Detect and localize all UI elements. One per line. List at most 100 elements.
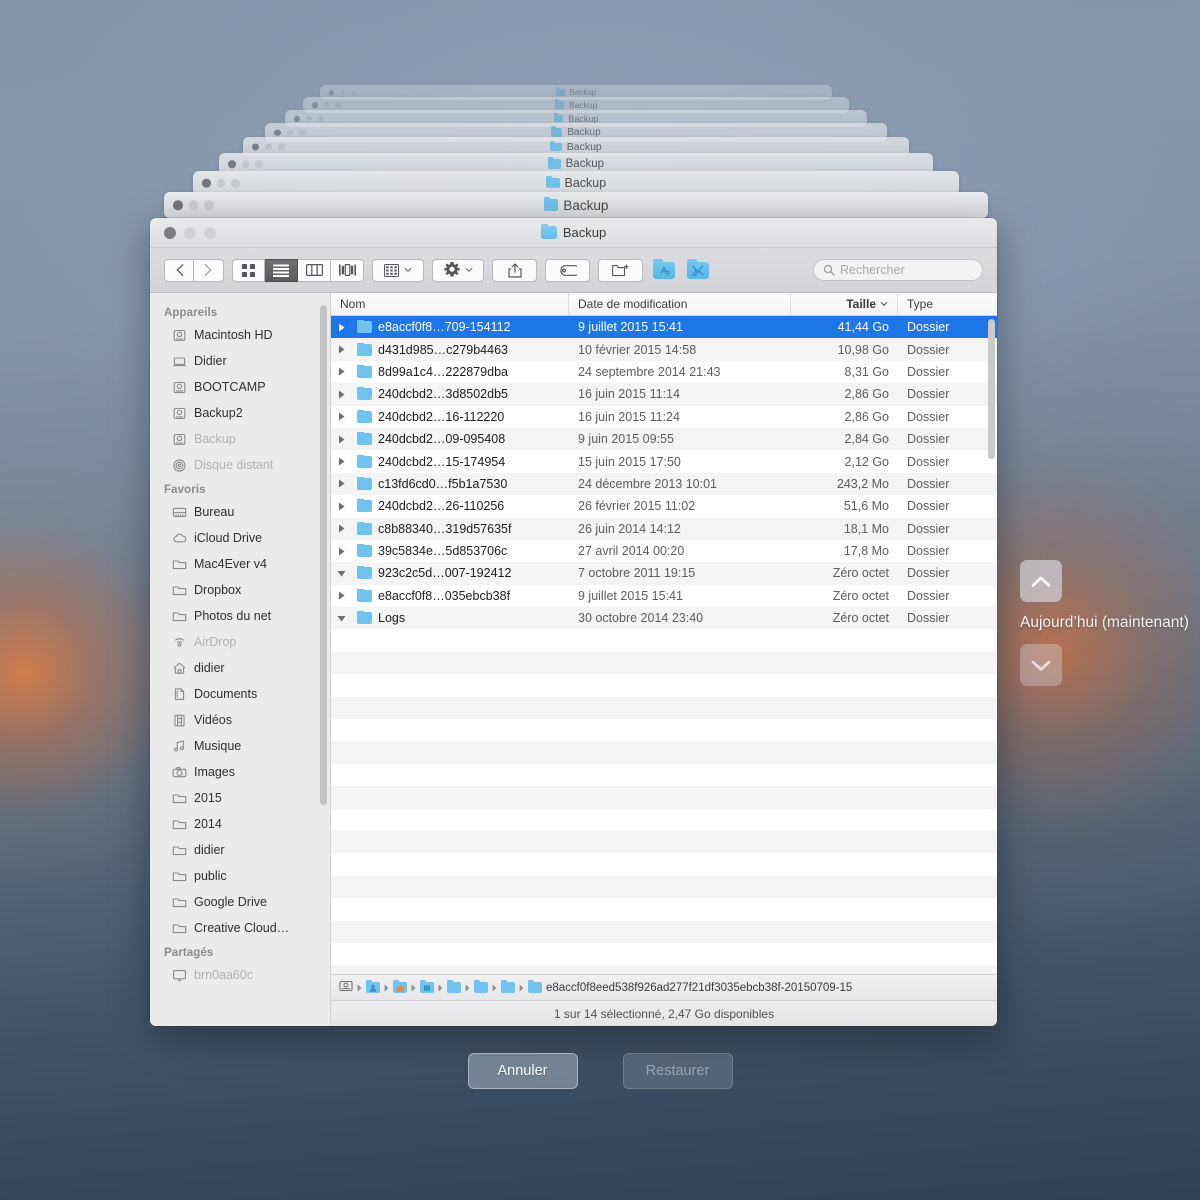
sidebar-item-2014[interactable]: 2014 [150, 811, 330, 837]
disclosure-triangle[interactable] [331, 345, 351, 354]
table-row[interactable]: 240dcbd2…3d8502db5 16 juin 2015 11:14 2,86… [331, 383, 997, 406]
forward-button[interactable] [194, 258, 224, 282]
column-header-label: Taille [846, 297, 876, 311]
traffic-lights [294, 115, 324, 122]
sidebar-item-images[interactable]: Images [150, 759, 330, 785]
file-list-scrollbar[interactable] [988, 319, 995, 459]
restore-button[interactable]: Restaurer [622, 1053, 733, 1089]
table-row[interactable]: 240dcbd2…09-095408 9 juin 2015 09:55 2,84 … [331, 427, 997, 451]
disclosure-triangle[interactable] [331, 569, 351, 578]
cancel-button[interactable]: Annuler [467, 1053, 578, 1089]
disclosure-triangle[interactable] [331, 614, 351, 623]
table-row[interactable]: e8accf0f8…035ebcb38f 9 juillet 2015 15:41… [331, 584, 997, 608]
dialog-actions: Annuler Restaurer [0, 1053, 1200, 1089]
disclosure-triangle[interactable] [331, 367, 351, 376]
disclosure-triangle[interactable] [331, 435, 351, 444]
breadcrumb-item[interactable] [501, 979, 515, 993]
cell-size: 2,12 Go [844, 454, 889, 469]
disclosure-triangle[interactable] [331, 502, 351, 511]
table-row[interactable]: e8accf0f8…709-154112 9 juillet 2015 15:41… [331, 316, 997, 339]
disclosure-triangle[interactable] [331, 457, 351, 466]
disclosure-triangle[interactable] [331, 479, 351, 488]
column-header-name[interactable]: Nom [331, 293, 569, 315]
sidebar-item-dropbox[interactable]: Dropbox [150, 577, 330, 603]
column-view-button[interactable] [298, 258, 331, 282]
disclosure-triangle[interactable] [331, 390, 351, 399]
sidebar-item-backup2[interactable]: Backup2 [150, 400, 330, 426]
sidebar-item-backup[interactable]: Backup [150, 426, 330, 452]
sidebar-section-heading: Partagés [164, 947, 214, 959]
breadcrumb-item[interactable]: e8accf0f8eed538f926ad277f21df3035ebcb38f… [528, 979, 852, 994]
table-row[interactable]: 240dcbd2…16-112220 16 juin 2015 11:24 2,86… [331, 405, 997, 428]
sidebar-item-public[interactable]: public [150, 863, 330, 889]
coverflow-view-button[interactable] [331, 258, 364, 282]
empty-row [331, 942, 997, 966]
minimize-button[interactable] [184, 226, 196, 239]
sidebar-item-photos-du-net[interactable]: Photos du net [150, 603, 330, 629]
cell-date: 16 juin 2015 11:24 [578, 409, 680, 424]
table-row[interactable]: c8b88340…319d57635f 26 juin 2014 14:12 18,… [331, 517, 997, 540]
search-field[interactable]: Rechercher [813, 259, 983, 281]
disclosure-triangle[interactable] [331, 547, 351, 556]
disclosure-triangle[interactable] [331, 323, 351, 332]
icon-view-button[interactable] [232, 258, 265, 282]
arrange-button[interactable] [372, 258, 424, 282]
table-row[interactable]: 923c2c5d…007-192412 7 octobre 2011 19:15 Z… [331, 562, 997, 585]
column-header-size[interactable]: Taille [791, 293, 898, 315]
list-view-button[interactable] [265, 258, 298, 282]
column-header-type[interactable]: Type [898, 293, 997, 315]
disclosure-triangle[interactable] [331, 591, 351, 600]
sidebar-item-didier[interactable]: didier [150, 655, 330, 681]
breadcrumb-item[interactable] [366, 979, 380, 993]
sidebar-item-documents[interactable]: Documents [150, 681, 330, 707]
table-row[interactable]: 240dcbd2…15-174954 15 juin 2015 17:50 2,12… [331, 450, 997, 473]
sidebar-item-creative-cloud[interactable]: Creative Cloud… [150, 915, 330, 941]
cell-size: 2,86 Go [844, 409, 889, 424]
share-button[interactable] [492, 258, 537, 282]
sidebar-item-airdrop[interactable]: AirDrop [150, 629, 330, 655]
sidebar-item-didier[interactable]: didier [150, 837, 330, 863]
column-header-date[interactable]: Date de modification [569, 293, 791, 315]
sidebar-item-vid-os[interactable]: Vidéos [150, 707, 330, 733]
table-row[interactable]: 39c5834e…5d853706c 27 avril 2014 00:20 17,… [331, 539, 997, 563]
breadcrumb-item[interactable] [447, 979, 461, 993]
table-row[interactable]: d431d985…c279b4463 10 février 2015 14:58 1… [331, 338, 997, 361]
sidebar-item-mac4ever-v4[interactable]: Mac4Ever v4 [150, 551, 330, 577]
sidebar-item-disque-distant[interactable]: Disque distant [150, 452, 330, 478]
close-button[interactable] [164, 226, 176, 239]
action-button[interactable] [432, 258, 484, 282]
table-row[interactable]: 8d99a1c4…222879dba 24 septembre 2014 21:4… [331, 360, 997, 384]
sidebar-item-didier[interactable]: Didier [150, 348, 330, 374]
new-folder-button[interactable] [598, 258, 643, 282]
back-button[interactable] [164, 258, 194, 282]
breadcrumb-item[interactable] [393, 979, 407, 993]
sidebar-scrollbar[interactable] [320, 305, 327, 805]
maximize-button[interactable] [204, 226, 216, 239]
tag-button[interactable] [545, 258, 590, 282]
sidebar-item-icloud-drive[interactable]: iCloud Drive [150, 525, 330, 551]
sidebar-item-musique[interactable]: Musique [150, 733, 330, 759]
table-row[interactable]: c13fd6cd0…f5b1a7530 24 décembre 2013 10:0… [331, 472, 997, 496]
sidebar-item-bureau[interactable]: Bureau [150, 499, 330, 525]
sidebar-item-brn0aa60c[interactable]: brn0aa60c [150, 962, 330, 988]
sidebar-item-label: didier [194, 843, 225, 857]
disclosure-triangle-open-icon [337, 615, 345, 622]
utilities-folder-button[interactable] [685, 258, 711, 281]
sidebar-item-bootcamp[interactable]: BOOTCAMP [150, 374, 330, 400]
sidebar-item-macintosh-hd[interactable]: Macintosh HD [150, 322, 330, 348]
traffic-lights [329, 90, 356, 95]
breadcrumb-item[interactable] [420, 979, 434, 993]
cell-size: Zéro octet [832, 611, 889, 626]
breadcrumb-item[interactable] [474, 979, 488, 993]
applications-folder-button[interactable] [651, 258, 677, 281]
sidebar-item-2015[interactable]: 2015 [150, 785, 330, 811]
sidebar-item-label: BOOTCAMP [194, 380, 266, 394]
disclosure-triangle[interactable] [331, 412, 351, 421]
table-row[interactable]: 240dcbd2…26-110256 26 février 2015 11:02 5… [331, 495, 997, 518]
time-machine-back-button[interactable] [1020, 560, 1062, 602]
time-machine-forward-button[interactable] [1020, 644, 1062, 686]
breadcrumb-item[interactable] [339, 980, 353, 995]
disclosure-triangle[interactable] [331, 524, 351, 533]
table-row[interactable]: Logs 30 octobre 2014 23:40 Zéro octet Dossi… [331, 607, 997, 630]
sidebar-item-google-drive[interactable]: Google Drive [150, 889, 330, 915]
